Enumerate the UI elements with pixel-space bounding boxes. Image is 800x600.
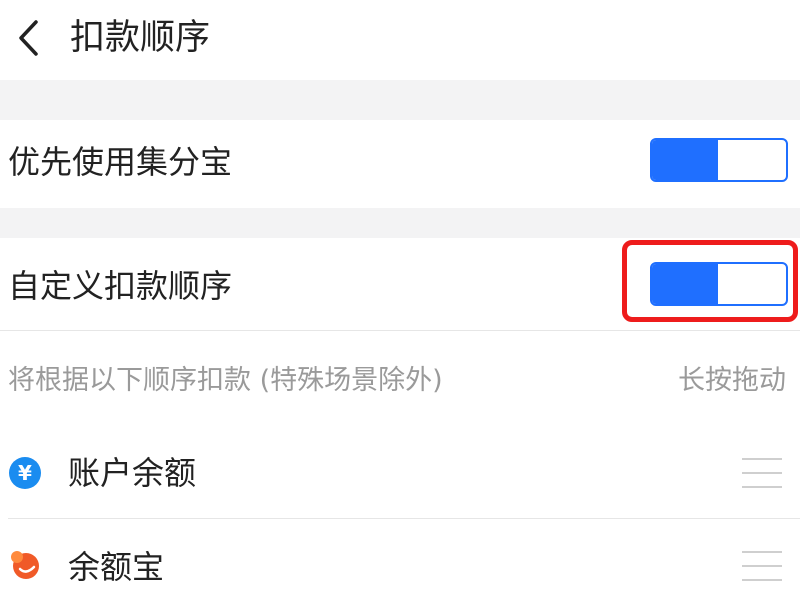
payment-method-label: 账户余额 <box>68 454 197 492</box>
drag-handle-icon[interactable] <box>742 458 782 490</box>
toggle-on-fill <box>652 140 718 180</box>
setting-label-custom-order: 自定义扣款顺序 <box>8 267 233 305</box>
svg-text:¥: ¥ <box>18 461 32 485</box>
yuan-icon: ¥ <box>9 457 41 489</box>
back-button[interactable] <box>4 10 52 66</box>
payment-method-label: 余额宝 <box>68 548 165 586</box>
chevron-left-icon <box>19 20 38 56</box>
setting-label-use-jifenbao: 优先使用集分宝 <box>8 143 233 181</box>
custom-order-toggle[interactable] <box>650 262 788 306</box>
order-hint-text: 将根据以下顺序扣款 (特殊场景除外) <box>8 365 443 396</box>
page-title: 扣款顺序 <box>70 18 211 58</box>
setting-row-use-jifenbao: 优先使用集分宝 <box>0 120 800 208</box>
use-jifenbao-toggle[interactable] <box>650 138 788 182</box>
header-bar: 扣款顺序 <box>0 0 800 80</box>
yuebao-icon <box>11 551 39 579</box>
order-hint-row: 将根据以下顺序扣款 (特殊场景除外) 长按拖动 <box>0 333 800 428</box>
payment-method-item[interactable]: 余额宝 <box>0 519 800 600</box>
payment-method-item[interactable]: ¥ 账户余额 <box>0 428 800 518</box>
setting-row-custom-order: 自定义扣款顺序 <box>0 238 800 330</box>
section-gap <box>0 80 800 120</box>
drag-hint-text: 长按拖动 <box>678 365 786 396</box>
section-gap <box>0 208 800 238</box>
drag-handle-icon[interactable] <box>742 551 782 583</box>
toggle-on-fill <box>652 264 718 304</box>
divider <box>0 330 800 331</box>
